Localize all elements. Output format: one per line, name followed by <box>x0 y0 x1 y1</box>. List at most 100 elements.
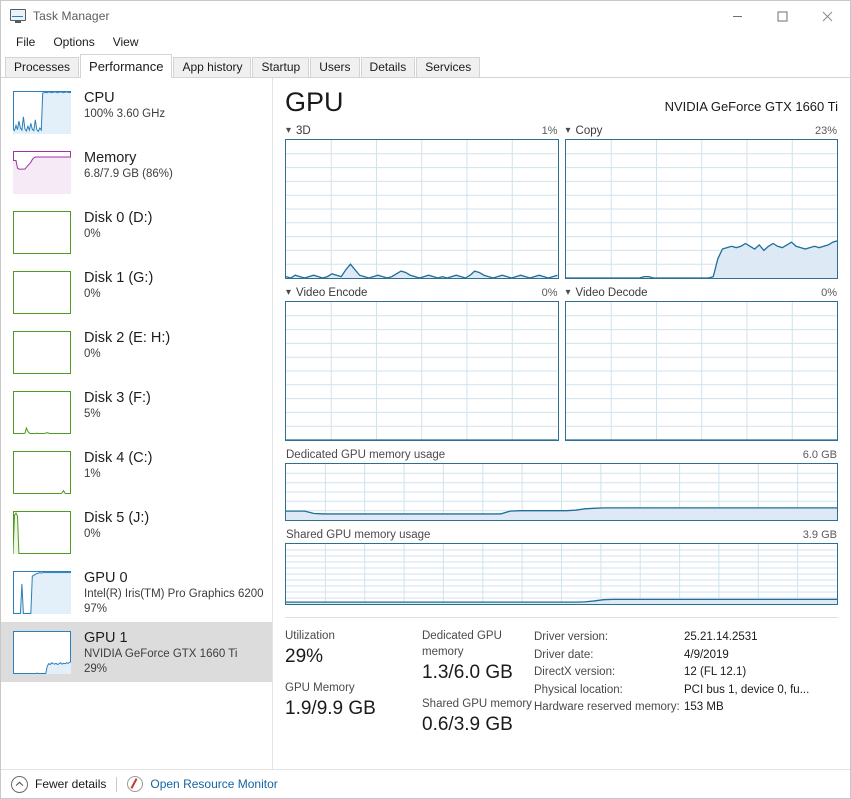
footer-bar: Fewer details Open Resource Monitor <box>1 769 850 798</box>
graph-label-copy[interactable]: ▾ Copy 23% <box>565 122 839 139</box>
stat-label-gpu-memory: GPU Memory <box>285 680 422 696</box>
sidebar-item-disk-3-f[interactable]: Disk 3 (F:)5% <box>1 382 272 442</box>
fewer-details-button[interactable]: Fewer details <box>11 776 106 793</box>
graph-shared-memory <box>285 543 838 605</box>
sidebar-thumbnail-graph <box>13 151 71 194</box>
sidebar-item-text: Disk 5 (J:)0% <box>84 507 149 542</box>
stat-label-utilization: Utilization <box>285 628 422 644</box>
sidebar-item-gpu-1[interactable]: GPU 1NVIDIA GeForce GTX 1660 Ti29% <box>1 622 272 682</box>
tab-services[interactable]: Services <box>416 57 480 77</box>
sidebar-item-disk-2-e-h[interactable]: Disk 2 (E: H:)0% <box>1 322 272 382</box>
driver-info-key: Driver date: <box>534 647 684 665</box>
stat-gpu-memory: GPU Memory 1.9/9.9 GB <box>285 680 422 722</box>
menu-bar: File Options View <box>1 31 850 54</box>
sidebar-thumbnail-graph <box>13 391 71 434</box>
graph-title-video-decode: Video Decode <box>576 287 648 299</box>
maximize-icon[interactable] <box>760 1 805 31</box>
sidebar-item-label: Disk 2 (E: H:) <box>84 329 170 347</box>
task-manager-window: Task Manager File Options View Processes… <box>0 0 851 799</box>
driver-info-list: Driver version:25.21.14.2531Driver date:… <box>534 628 809 748</box>
tab-processes[interactable]: Processes <box>5 57 79 77</box>
gpu-stats-bar: Utilization 29% GPU Memory 1.9/9.9 GB De… <box>285 617 838 748</box>
sidebar-item-memory[interactable]: Memory6.8/7.9 GB (86%) <box>1 142 272 202</box>
sidebar-item-label: GPU 0 <box>84 569 264 587</box>
graph-title-video-encode: Video Encode <box>296 287 367 299</box>
sidebar-item-label: Disk 0 (D:) <box>84 209 152 227</box>
sidebar-item-sublabel: NVIDIA GeForce GTX 1660 Ti <box>84 647 237 662</box>
window-controls <box>715 1 850 31</box>
graph-dedicated-memory <box>285 463 838 521</box>
graph-video-decode <box>565 301 839 441</box>
sidebar-item-label: Disk 5 (J:) <box>84 509 149 527</box>
sidebar-thumbnail-graph <box>13 511 71 554</box>
sidebar-item-text: Disk 4 (C:)1% <box>84 447 152 482</box>
sidebar-item-disk-0-d[interactable]: Disk 0 (D:)0% <box>1 202 272 262</box>
driver-info-value: 153 MB <box>684 699 724 717</box>
graph-max-dedicated-memory: 6.0 GB <box>803 449 837 461</box>
stat-dedicated-memory: Dedicated GPU memory 1.3/6.0 GB <box>422 628 534 686</box>
graph-row-engines-1: ▾ 3D 1% ▾ Copy 23% <box>285 122 838 279</box>
driver-info-value: PCI bus 1, device 0, fu... <box>684 682 809 700</box>
sidebar-item-cpu[interactable]: CPU100% 3.60 GHz <box>1 82 272 142</box>
window-title: Task Manager <box>33 9 110 23</box>
sidebar-item-disk-5-j[interactable]: Disk 5 (J:)0% <box>1 502 272 562</box>
sidebar-item-disk-1-g[interactable]: Disk 1 (G:)0% <box>1 262 272 322</box>
sidebar-item-sublabel: 0% <box>84 287 153 302</box>
open-resource-monitor-link[interactable]: Open Resource Monitor <box>127 776 277 792</box>
chevron-down-icon[interactable]: ▾ <box>286 288 291 298</box>
chevron-down-icon[interactable]: ▾ <box>286 126 291 136</box>
sidebar-thumbnail-graph <box>13 631 71 674</box>
gpu-header: GPU NVIDIA GeForce GTX 1660 Ti <box>285 78 838 122</box>
stat-value-utilization: 29% <box>285 644 422 670</box>
sidebar-thumbnail-graph <box>13 331 71 374</box>
sidebar-item-text: Disk 0 (D:)0% <box>84 207 152 242</box>
sidebar-item-label: Disk 3 (F:) <box>84 389 151 407</box>
menu-item-options[interactable]: Options <box>44 33 103 52</box>
graph-label-video-decode[interactable]: ▾ Video Decode 0% <box>565 284 839 301</box>
chevron-down-icon[interactable]: ▾ <box>566 288 571 298</box>
tab-startup[interactable]: Startup <box>252 57 309 77</box>
resource-sidebar[interactable]: CPU100% 3.60 GHzMemory6.8/7.9 GB (86%) Di… <box>1 78 273 769</box>
sidebar-item-disk-4-c[interactable]: Disk 4 (C:)1% <box>1 442 272 502</box>
sidebar-item-label: GPU 1 <box>84 629 237 647</box>
tab-details[interactable]: Details <box>361 57 416 77</box>
sidebar-item-label: Disk 1 (G:) <box>84 269 153 287</box>
fewer-details-label: Fewer details <box>35 777 106 791</box>
menu-item-file[interactable]: File <box>7 33 44 52</box>
chevron-down-icon[interactable]: ▾ <box>566 126 571 136</box>
close-icon[interactable] <box>805 1 850 31</box>
stat-value-shared-memory: 0.6/3.9 GB <box>422 712 534 738</box>
graph-label-shared-memory: Shared GPU memory usage 3.9 GB <box>285 526 838 543</box>
sidebar-item-gpu-0[interactable]: GPU 0Intel(R) Iris(TM) Pro Graphics 6200… <box>1 562 272 622</box>
resource-monitor-icon <box>127 776 143 792</box>
sidebar-item-text: Disk 2 (E: H:)0% <box>84 327 170 362</box>
tab-performance[interactable]: Performance <box>80 54 172 78</box>
graph-value-video-decode: 0% <box>821 287 837 299</box>
driver-info-value: 25.21.14.2531 <box>684 629 758 647</box>
sidebar-item-sublabel: 1% <box>84 467 152 482</box>
stat-label-dedicated-memory: Dedicated GPU memory <box>422 628 534 660</box>
sidebar-item-label: Memory <box>84 149 173 167</box>
sidebar-item-usage: 97% <box>84 602 264 617</box>
driver-info-key: Physical location: <box>534 682 684 700</box>
graph-label-3d[interactable]: ▾ 3D 1% <box>285 122 559 139</box>
graph-title-copy: Copy <box>576 125 603 137</box>
stat-column-middle: Dedicated GPU memory 1.3/6.0 GB Shared G… <box>422 628 534 748</box>
sidebar-thumbnail-graph <box>13 91 71 134</box>
minimize-icon[interactable] <box>715 1 760 31</box>
graph-max-shared-memory: 3.9 GB <box>803 529 837 541</box>
driver-info-row: DirectX version:12 (FL 12.1) <box>534 664 809 682</box>
stat-value-dedicated-memory: 1.3/6.0 GB <box>422 660 534 686</box>
title-bar: Task Manager <box>1 1 850 31</box>
tab-users[interactable]: Users <box>310 57 359 77</box>
sidebar-item-sublabel: 0% <box>84 527 149 542</box>
graph-label-dedicated-memory: Dedicated GPU memory usage 6.0 GB <box>285 446 838 463</box>
tab-app-history[interactable]: App history <box>173 57 251 77</box>
stat-label-shared-memory: Shared GPU memory <box>422 696 534 712</box>
graph-title-shared-memory: Shared GPU memory usage <box>286 529 430 541</box>
menu-item-view[interactable]: View <box>104 33 148 52</box>
graph-label-video-encode[interactable]: ▾ Video Encode 0% <box>285 284 559 301</box>
task-manager-icon <box>10 8 26 24</box>
driver-info-value: 12 (FL 12.1) <box>684 664 746 682</box>
page-title: GPU <box>285 86 344 118</box>
